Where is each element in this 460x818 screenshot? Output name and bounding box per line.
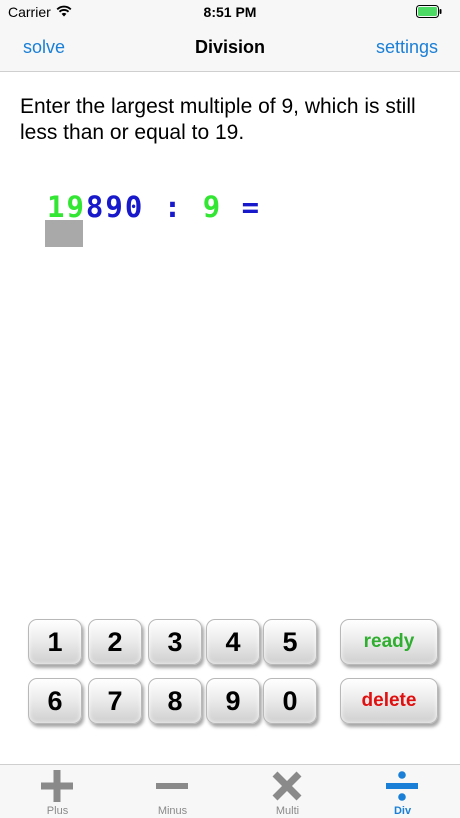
navigation-bar: solve Division settings	[0, 24, 460, 72]
status-bar: Carrier 8:51 PM	[0, 0, 460, 24]
tab-multi[interactable]: Multi	[230, 765, 345, 818]
tab-div-label: Div	[393, 805, 412, 817]
delete-button[interactable]: delete	[340, 678, 438, 724]
tab-plus[interactable]: Plus	[0, 765, 115, 818]
key-8[interactable]: 8	[148, 678, 202, 724]
multiply-icon	[272, 771, 302, 801]
clock: 8:51 PM	[203, 4, 257, 20]
key-0[interactable]: 0	[263, 678, 317, 724]
battery-icon	[416, 5, 442, 18]
tab-minus[interactable]: Minus	[115, 765, 230, 818]
divisor: 9	[202, 190, 223, 224]
instruction-text: Enter the largest multiple of 9, which i…	[20, 95, 416, 144]
tab-div[interactable]: Div	[345, 765, 460, 818]
key-3[interactable]: 3	[148, 619, 202, 665]
tab-bar: Plus Minus Multi Div	[0, 764, 460, 818]
tab-minus-label: Minus	[157, 805, 188, 817]
answer-input[interactable]	[45, 220, 83, 247]
ready-button[interactable]: ready	[340, 619, 438, 665]
dividend-remaining-digits: 890	[85, 190, 145, 224]
tab-multi-label: Multi	[275, 805, 300, 817]
key-1[interactable]: 1	[28, 619, 82, 665]
tab-plus-label: Plus	[46, 805, 69, 817]
dividend-highlighted-digits: 19	[47, 190, 86, 224]
plus-icon	[41, 770, 73, 802]
minus-icon	[156, 783, 188, 789]
equals-sign: =	[222, 190, 262, 224]
key-6[interactable]: 6	[28, 678, 82, 724]
key-9[interactable]: 9	[206, 678, 260, 724]
division-equation: 19890 : 9 =	[47, 190, 261, 224]
key-2[interactable]: 2	[88, 619, 142, 665]
division-operator: :	[144, 190, 203, 224]
settings-button[interactable]: settings	[376, 37, 438, 58]
divide-icon	[386, 771, 418, 801]
key-7[interactable]: 7	[88, 678, 142, 724]
key-5[interactable]: 5	[263, 619, 317, 665]
key-4[interactable]: 4	[206, 619, 260, 665]
